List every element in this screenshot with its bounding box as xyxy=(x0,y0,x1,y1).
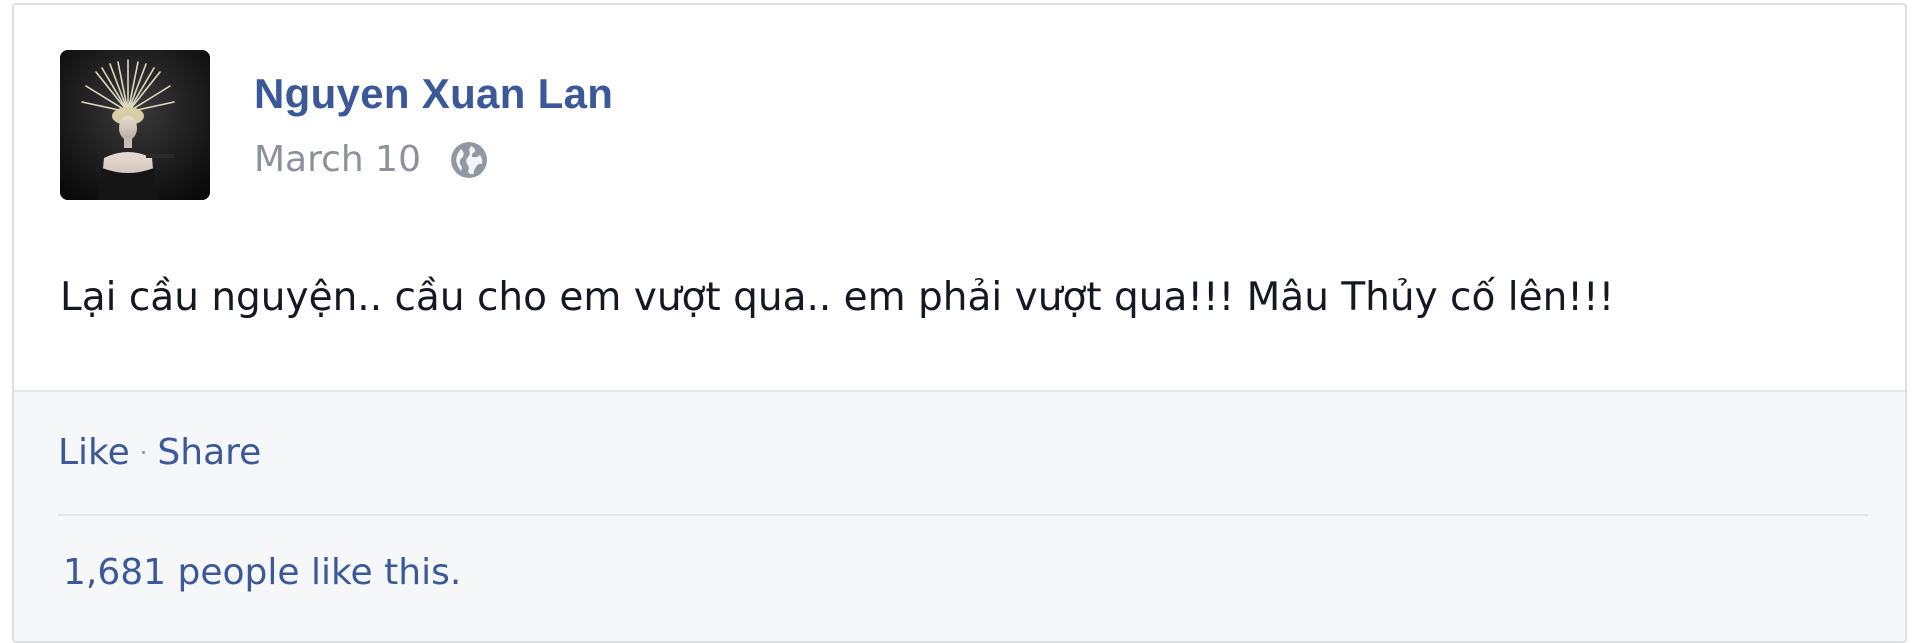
globe-icon[interactable] xyxy=(449,140,489,180)
post-card: Nguyen Xuan Lan March 10 Lại cầu nguyện.… xyxy=(12,3,1907,643)
avatar[interactable] xyxy=(60,50,210,200)
action-separator: · xyxy=(139,438,148,467)
post-meta: March 10 xyxy=(254,138,489,180)
actions-row: Like · Share xyxy=(58,432,261,473)
post-header: Nguyen Xuan Lan March 10 xyxy=(60,50,1260,200)
footer-divider xyxy=(58,514,1868,516)
like-link[interactable]: Like xyxy=(58,432,130,473)
author-name[interactable]: Nguyen Xuan Lan xyxy=(254,70,613,118)
share-link[interactable]: Share xyxy=(157,432,261,473)
avatar-photo xyxy=(60,50,210,200)
post-date[interactable]: March 10 xyxy=(254,139,421,180)
likes-summary[interactable]: 1,681 people like this. xyxy=(63,552,461,593)
post-footer: Like · Share 1,681 people like this. xyxy=(14,390,1905,641)
post-text: Lại cầu nguyện.. cầu cho em vượt qua.. e… xyxy=(60,275,1615,320)
